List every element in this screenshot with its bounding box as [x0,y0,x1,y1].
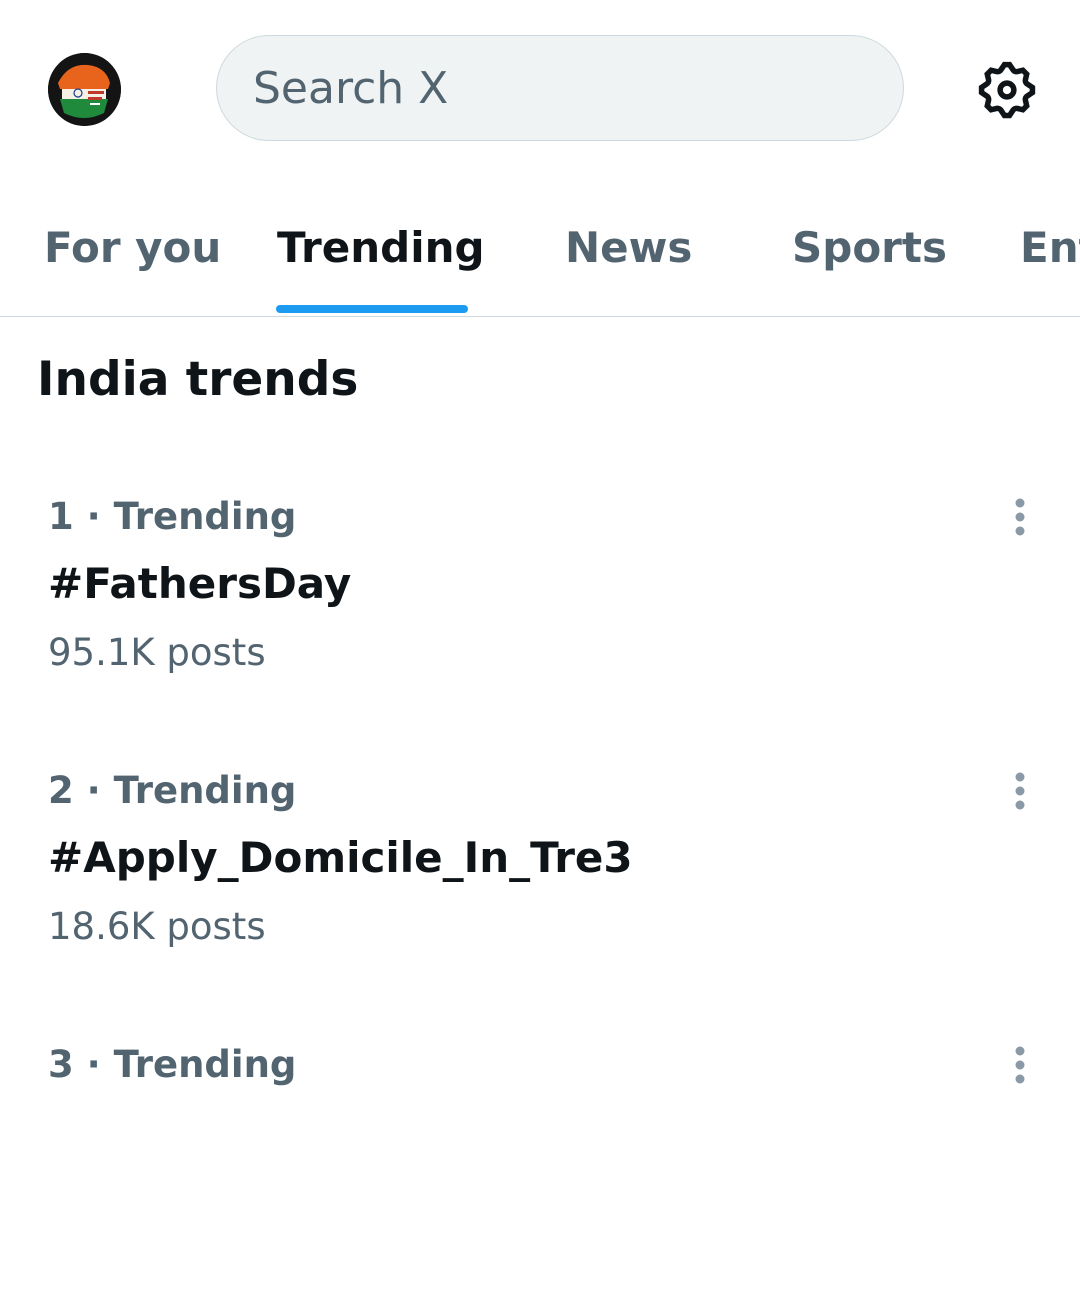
top-bar: Search X [0,0,1080,180]
trend-meta: 3 · Trending [48,1043,297,1086]
section-title: India trends [37,352,359,407]
more-vertical-icon [1015,498,1025,536]
trend-meta: 1 · Trending [48,495,297,538]
trend-name: #FathersDay [48,559,352,608]
trend-item[interactable]: 2 · Trending #Apply_Domicile_In_Tre3 18.… [0,769,1080,1039]
active-tab-indicator [276,305,468,313]
search-placeholder: Search X [253,62,449,114]
explore-tabs: For you Trending News Sports Ent [0,180,1080,317]
gear-icon [978,61,1036,119]
more-options-button[interactable] [1000,769,1040,819]
trend-item[interactable]: 1 · Trending #FathersDay 95.1K posts [0,495,1080,765]
trend-item[interactable]: 3 · Trending [0,1043,1080,1313]
trend-post-count: 18.6K posts [48,905,266,948]
search-input[interactable]: Search X [216,35,904,141]
settings-button[interactable] [974,57,1040,123]
avatar[interactable] [48,53,121,126]
tab-entertainment[interactable]: Ent [1020,223,1080,272]
trend-name: #Apply_Domicile_In_Tre3 [48,833,633,882]
tab-trending[interactable]: Trending [277,223,485,272]
more-options-button[interactable] [1000,1043,1040,1093]
tab-sports[interactable]: Sports [792,223,947,272]
avatar-image [48,53,121,126]
tab-for-you[interactable]: For you [44,223,221,272]
more-options-button[interactable] [1000,495,1040,545]
more-vertical-icon [1015,1046,1025,1084]
trend-meta: 2 · Trending [48,769,297,812]
tab-news[interactable]: News [565,223,692,272]
trend-post-count: 95.1K posts [48,631,266,674]
more-vertical-icon [1015,772,1025,810]
